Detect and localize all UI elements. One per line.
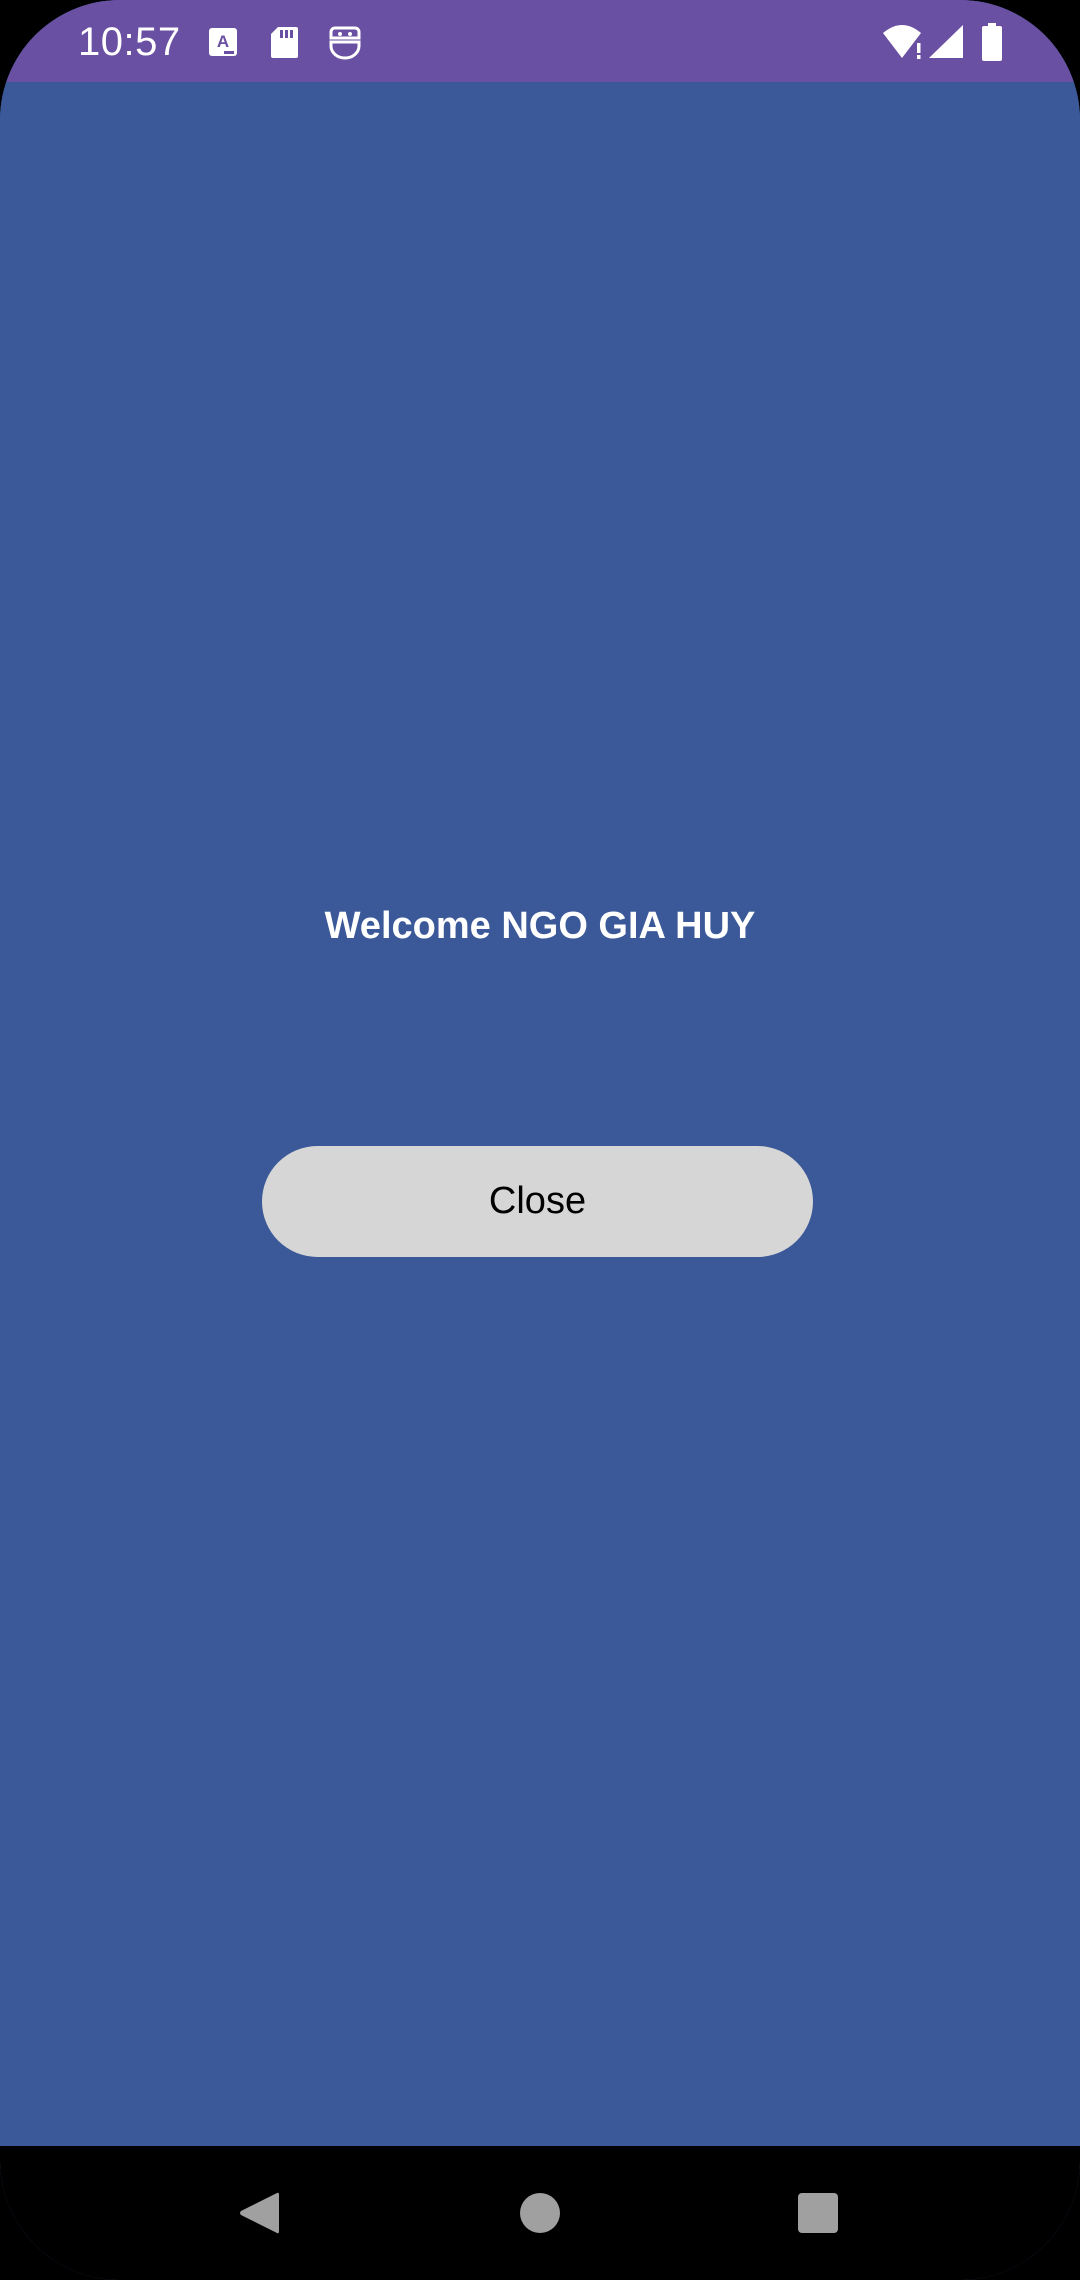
wifi-alert-icon	[882, 22, 924, 62]
battery-icon	[980, 22, 1004, 62]
navigation-bar	[0, 2146, 1080, 2280]
robot-face-icon	[328, 22, 362, 62]
home-icon[interactable]	[518, 2188, 562, 2238]
cellular-signal-icon	[928, 22, 964, 62]
back-icon[interactable]	[236, 2188, 282, 2238]
app-content: Welcome NGO GIA HUY Close	[0, 82, 1080, 2146]
welcome-text: Welcome NGO GIA HUY	[324, 905, 756, 947]
svg-text:A: A	[217, 32, 229, 51]
status-bar: 10:57 A	[0, 0, 1080, 82]
status-time: 10:57	[78, 20, 181, 64]
phone-screen: 10:57 A Welcome NGO GIA HUY Close	[0, 0, 1080, 2280]
sd-card-icon	[268, 22, 300, 62]
close-button[interactable]: Close	[262, 1146, 813, 1257]
recents-icon[interactable]	[796, 2188, 840, 2238]
a-notification-icon: A	[208, 22, 238, 62]
